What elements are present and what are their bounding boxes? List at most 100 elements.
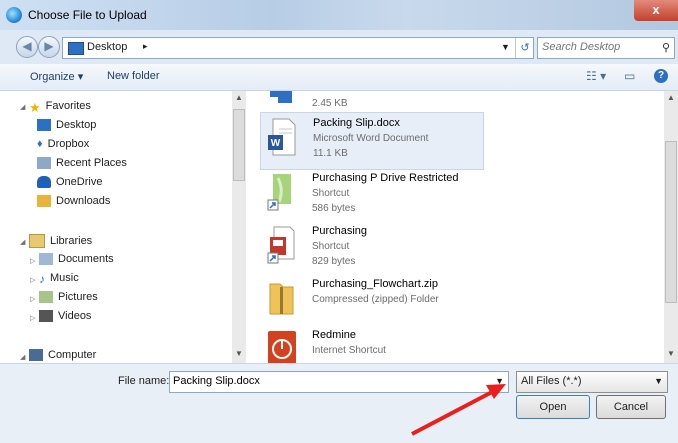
search-field[interactable]: ⚲ xyxy=(537,37,675,59)
refresh-icon: ↺ xyxy=(520,42,530,54)
nav-favorites[interactable]: ★ Favorites xyxy=(29,100,91,118)
file-name: Packing Slip.docx xyxy=(313,117,400,129)
music-icon: ♪ xyxy=(39,272,45,287)
nav-favorites-label: Favorites xyxy=(45,100,91,112)
file-name-label: File name: xyxy=(118,375,170,387)
file-type: Compressed (zipped) Folder xyxy=(312,294,439,305)
list-item-selected[interactable]: W Packing Slip.docx Microsoft Word Docum… xyxy=(260,112,484,170)
nav-scroll-thumb[interactable] xyxy=(233,109,245,181)
svg-text:W: W xyxy=(271,138,281,149)
scroll-down-icon[interactable]: ▼ xyxy=(667,349,675,358)
list-item[interactable]: Purchasing P Drive Restricted Shortcut 5… xyxy=(260,168,482,224)
nav-libraries[interactable]: Libraries xyxy=(29,234,92,252)
file-list-scroll-thumb[interactable] xyxy=(665,141,677,303)
forward-button[interactable]: ▶ xyxy=(38,36,60,58)
command-bar: Organize ▾ New folder ☷ ▾ ▭ ? xyxy=(0,64,678,91)
file-name-dropdown-icon[interactable]: ▼ xyxy=(495,376,504,386)
collapse-icon[interactable]: ◢ xyxy=(20,238,25,246)
expand-icon[interactable]: ▷ xyxy=(30,276,35,284)
scroll-down-icon[interactable]: ▼ xyxy=(235,349,243,358)
address-bar: ◀ ▶ Desktop ▸ ▼ ↺ ⚲ xyxy=(0,30,678,64)
zip-folder-icon xyxy=(269,283,294,315)
recent-places-icon xyxy=(37,157,51,170)
file-name: Purchasing P Drive Restricted xyxy=(312,172,459,184)
nav-item-label: Pictures xyxy=(58,291,98,303)
file-selection-panel: File name: ▼ All Files (*.*) ▼ Open Canc… xyxy=(0,363,678,443)
desktop-icon xyxy=(37,119,51,132)
nav-item-recent-places[interactable]: Recent Places xyxy=(37,157,127,175)
close-button[interactable]: x xyxy=(634,0,678,21)
file-name: Purchasing_Flowchart.zip xyxy=(312,278,438,290)
nav-item-label: Downloads xyxy=(56,195,111,207)
file-type: Internet Shortcut xyxy=(312,345,386,356)
nav-item-documents[interactable]: Documents xyxy=(39,253,114,271)
nav-computer-label: Computer xyxy=(48,349,97,361)
navigation-pane: ◢ ★ Favorites Desktop ♦ Dropbox Recent Pla… xyxy=(0,91,248,363)
file-name-input[interactable] xyxy=(173,375,473,387)
organize-button[interactable]: Organize ▾ xyxy=(30,70,83,83)
shortcut-icon xyxy=(267,174,291,211)
collapse-icon[interactable]: ◢ xyxy=(20,103,25,111)
file-name: Purchasing xyxy=(312,225,368,237)
internet-shortcut-icon xyxy=(268,331,296,363)
nav-item-label: Music xyxy=(50,272,79,284)
file-list-scrollbar[interactable]: ▲ ▼ xyxy=(664,91,678,363)
cancel-button[interactable]: Cancel xyxy=(596,395,666,419)
nav-item-label: Dropbox xyxy=(47,138,90,150)
expand-icon[interactable]: ▷ xyxy=(30,295,35,303)
view-options-icon[interactable]: ☷ ▾ xyxy=(586,69,606,83)
expand-icon[interactable]: ▷ xyxy=(30,257,35,265)
expand-icon[interactable]: ▷ xyxy=(30,314,35,322)
nav-item-desktop[interactable]: Desktop xyxy=(37,119,96,137)
file-size: 2.45 KB xyxy=(312,98,348,109)
nav-item-label: OneDrive xyxy=(56,176,103,188)
file-type-select[interactable]: All Files (*.*) ▼ xyxy=(516,371,668,393)
search-icon[interactable]: ⚲ xyxy=(662,41,670,54)
address-dropdown-icon[interactable]: ▼ xyxy=(501,42,510,52)
nav-libraries-label: Libraries xyxy=(50,234,93,247)
preview-pane-icon[interactable]: ▭ xyxy=(624,69,635,83)
file-type: Shortcut xyxy=(312,241,350,252)
file-type: Shortcut xyxy=(312,188,350,199)
help-icon[interactable]: ? xyxy=(654,69,668,83)
open-button[interactable]: Open xyxy=(516,395,590,419)
nav-item-pictures[interactable]: Pictures xyxy=(39,291,98,309)
forward-arrow-icon: ▶ xyxy=(44,39,54,53)
scroll-up-icon[interactable]: ▲ xyxy=(667,93,675,102)
refresh-button[interactable]: ↺ xyxy=(515,38,534,58)
documents-icon xyxy=(39,253,53,266)
file-type-value: All Files (*.*) xyxy=(521,375,582,387)
breadcrumb[interactable]: Desktop ▸ ▼ ↺ xyxy=(62,37,534,59)
pictures-icon xyxy=(39,291,53,304)
nav-computer[interactable]: Computer xyxy=(29,349,96,363)
word-document-icon: W xyxy=(268,118,296,156)
browser-app-icon xyxy=(6,7,22,23)
breadcrumb-location[interactable]: Desktop xyxy=(87,41,127,53)
nav-scrollbar[interactable]: ▲ ▼ xyxy=(232,91,246,363)
file-name-field[interactable]: ▼ xyxy=(169,371,509,393)
list-item[interactable]: Redmine Internet Shortcut xyxy=(260,325,482,363)
back-button[interactable]: ◀ xyxy=(16,36,38,58)
file-type-dropdown-icon[interactable]: ▼ xyxy=(654,376,663,386)
nav-item-onedrive[interactable]: OneDrive xyxy=(37,176,102,194)
new-folder-button[interactable]: New folder xyxy=(107,70,160,82)
list-item[interactable]: Purchasing Shortcut 829 bytes xyxy=(260,221,482,277)
nav-item-videos[interactable]: Videos xyxy=(39,310,91,328)
list-item[interactable]: Purchasing_Flowchart.zip Compressed (zip… xyxy=(260,274,482,330)
file-list: 2.45 KB W Packing Slip.docx Microsoft Wo… xyxy=(250,91,664,363)
nav-item-label: Videos xyxy=(58,310,92,322)
search-input[interactable] xyxy=(542,41,652,53)
star-icon: ★ xyxy=(29,100,41,116)
title-bar: Choose File to Upload x xyxy=(0,0,678,30)
scroll-up-icon[interactable]: ▲ xyxy=(235,93,243,102)
nav-item-downloads[interactable]: Downloads xyxy=(37,195,110,213)
desktop-folder-icon xyxy=(68,42,84,55)
videos-icon xyxy=(39,310,53,323)
libraries-icon xyxy=(29,234,45,248)
cloud-icon xyxy=(37,176,51,189)
nav-item-music[interactable]: ♪ Music xyxy=(39,272,79,290)
collapse-icon[interactable]: ◢ xyxy=(20,353,25,361)
nav-item-dropbox[interactable]: ♦ Dropbox xyxy=(37,138,89,156)
breadcrumb-chevron-icon[interactable]: ▸ xyxy=(143,41,148,52)
nav-item-label: Recent Places xyxy=(56,157,127,169)
